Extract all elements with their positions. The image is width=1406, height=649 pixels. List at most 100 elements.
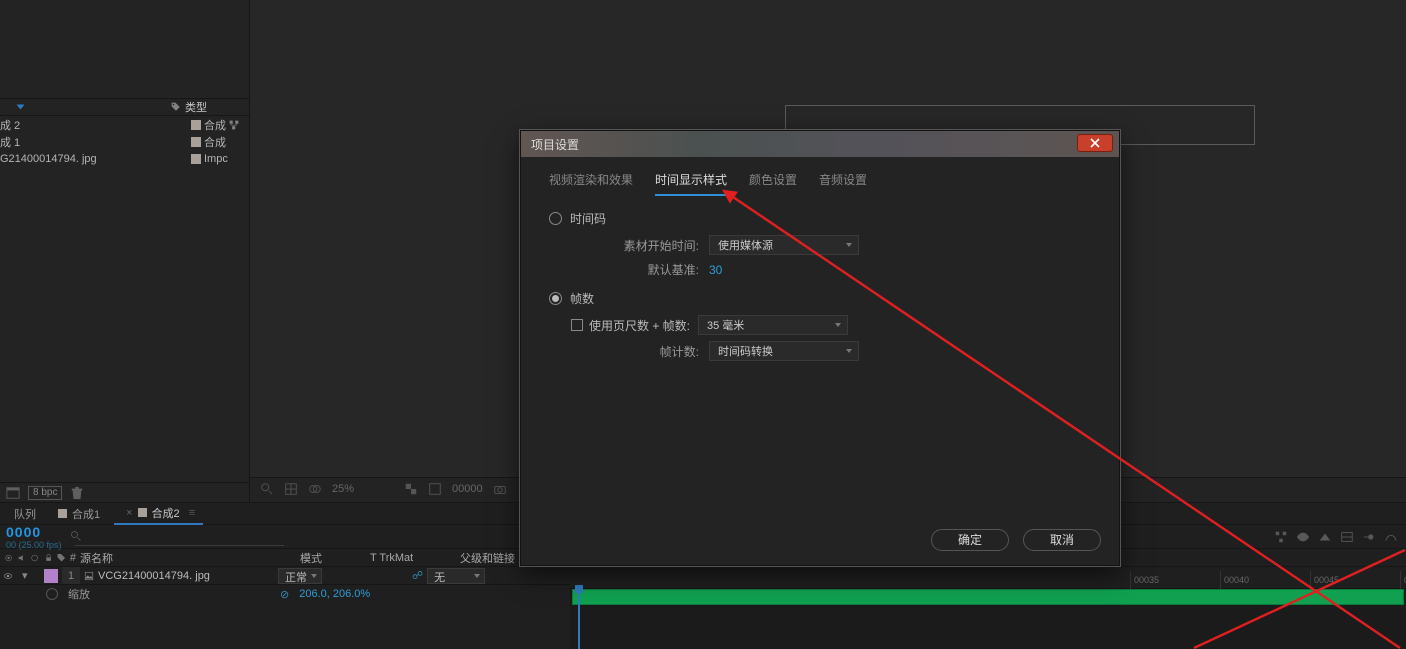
frame-blend-icon[interactable] [1340,530,1354,544]
viewer-zoom[interactable]: 25% [332,483,354,495]
shy-icon[interactable] [1296,530,1310,544]
current-time-indicator-line[interactable] [578,589,580,649]
property-value[interactable]: 206.0, 206.0% [299,588,370,600]
graph-editor-icon[interactable] [1384,530,1398,544]
label-color-chip[interactable] [191,137,201,147]
feet-frames-label: 使用页尺数 + 帧数: [589,317,690,334]
region-icon[interactable] [428,482,442,496]
label-color-chip[interactable] [191,120,201,130]
audio-col-icon[interactable] [17,553,26,563]
layer-source-name[interactable]: VCG21400014794. jpg [98,570,278,582]
search-icon [70,530,82,542]
blend-mode-dropdown[interactable]: 正常 [278,568,322,584]
layer-search-input[interactable] [74,528,284,546]
tab-label: 合成2 [152,505,180,521]
layer-duration-bar[interactable] [572,589,1404,605]
property-name[interactable]: 缩放 [68,586,90,602]
dialog-tabs: 视频渲染和效果 时间显示样式 颜色设置 音频设置 [521,157,1119,196]
draft3d-icon[interactable] [1318,530,1332,544]
default-base-value[interactable]: 30 [709,263,722,277]
ruler-tick: 00035 [1130,571,1159,589]
twirl-down-icon[interactable] [17,105,25,110]
current-time-indicator[interactable]: 0000 [6,524,62,540]
tag-icon[interactable] [171,102,181,112]
close-button[interactable] [1077,134,1113,152]
footage-start-label: 素材开始时间: [549,237,709,254]
viewer-timecode[interactable]: 00000 [452,483,483,495]
tab-audio-settings[interactable]: 音频设置 [819,171,867,196]
checkbox-feet-frames[interactable] [571,319,583,331]
column-trkmat[interactable]: T TrkMat [370,552,460,564]
project-panel: 类型 成 2 合成 成 1 合成 G21400014794. jpg Impc … [0,0,250,502]
magnify-icon[interactable] [260,482,274,496]
default-base-label: 默认基准: [549,261,709,278]
ok-button[interactable]: 确定 [931,529,1009,551]
close-icon [1090,138,1100,148]
comp-mini-flow-icon[interactable] [1274,530,1288,544]
ruler-tick: 00050 [1400,571,1406,589]
dialog-title-bar[interactable]: 项目设置 [521,131,1119,157]
bit-depth-toggle[interactable]: 8 bpc [28,486,62,500]
asset-name: G21400014794. jpg [0,153,191,165]
radio-frames[interactable] [549,292,562,305]
asset-name: 成 2 [0,117,191,133]
cti-playhead-icon[interactable] [575,585,583,593]
project-row[interactable]: 成 2 合成 [0,116,249,133]
motion-blur-icon[interactable] [1362,530,1376,544]
project-row[interactable]: 成 1 合成 [0,133,249,150]
frame-count-dropdown[interactable]: 时间码转换 [709,341,859,361]
project-asset-list: 类型 成 2 合成 成 1 合成 G21400014794. jpg Impc [0,98,249,167]
radio-timecode[interactable] [549,212,562,225]
interpret-footage-icon[interactable] [6,486,20,500]
solo-col-icon[interactable] [30,553,39,563]
eye-icon[interactable] [3,571,13,581]
column-source-name[interactable]: 源名称 [76,550,300,566]
video-col-icon[interactable] [4,553,13,563]
parent-dropdown[interactable]: 无 [427,568,485,584]
label-col-icon[interactable] [57,553,66,563]
grid-icon[interactable] [284,482,298,496]
tab-comp-2[interactable]: × 合成2 ≡ [114,503,203,525]
tab-comp-1[interactable]: 合成1 [50,503,108,525]
project-columns-header: 类型 [0,99,249,116]
label-color-chip [138,508,147,517]
project-row[interactable]: G21400014794. jpg Impc [0,150,249,167]
dialog-body: 时间码 素材开始时间: 使用媒体源 默认基准: 30 帧数 使用页尺数 + 帧数… [521,196,1119,381]
column-type[interactable]: 类型 [185,99,243,115]
feet-frames-dropdown[interactable]: 35 毫米 [698,315,848,335]
time-ruler[interactable]: 00035 00040 00045 00050 [570,571,1406,589]
asset-type: 合成 [204,134,226,150]
layer-label-color[interactable] [44,569,58,583]
layer-index: 1 [62,567,80,584]
tab-color-settings[interactable]: 颜色设置 [749,171,797,196]
panel-menu-icon[interactable]: ≡ [189,507,195,519]
radio-timecode-label: 时间码 [570,210,606,227]
timeline-track-area[interactable] [570,589,1406,649]
label-color-chip [58,509,67,518]
dialog-footer: 确定 取消 [931,529,1101,551]
cancel-button[interactable]: 取消 [1023,529,1101,551]
close-tab-icon[interactable]: × [126,507,132,519]
tab-render-queue[interactable]: 队列 [6,503,44,525]
tab-video-rendering[interactable]: 视频渲染和效果 [549,171,633,196]
footage-start-dropdown[interactable]: 使用媒体源 [709,235,859,255]
mask-icon[interactable] [308,482,322,496]
project-settings-dialog: 项目设置 视频渲染和效果 时间显示样式 颜色设置 音频设置 时间码 素材开始时间… [520,130,1120,566]
layer-search[interactable] [68,528,284,546]
tab-time-display-style[interactable]: 时间显示样式 [655,171,727,196]
link-icon[interactable]: ⊘ [280,588,289,601]
pickwhip-icon[interactable]: ☍ [412,569,423,582]
tab-label: 队列 [14,506,36,522]
label-color-chip[interactable] [191,154,201,164]
lock-col-icon[interactable] [44,553,53,563]
transparency-grid-icon[interactable] [404,482,418,496]
image-type-icon [84,571,94,581]
column-mode[interactable]: 模式 [300,550,370,566]
stopwatch-icon[interactable] [46,588,58,600]
trash-icon[interactable] [70,486,84,500]
frame-count-label: 帧计数: [549,343,709,360]
tab-label: 合成1 [72,506,100,522]
ruler-tick: 00040 [1220,571,1249,589]
camera-icon[interactable] [493,482,507,496]
current-time-sub: 00 (25.00 fps) [6,540,62,550]
